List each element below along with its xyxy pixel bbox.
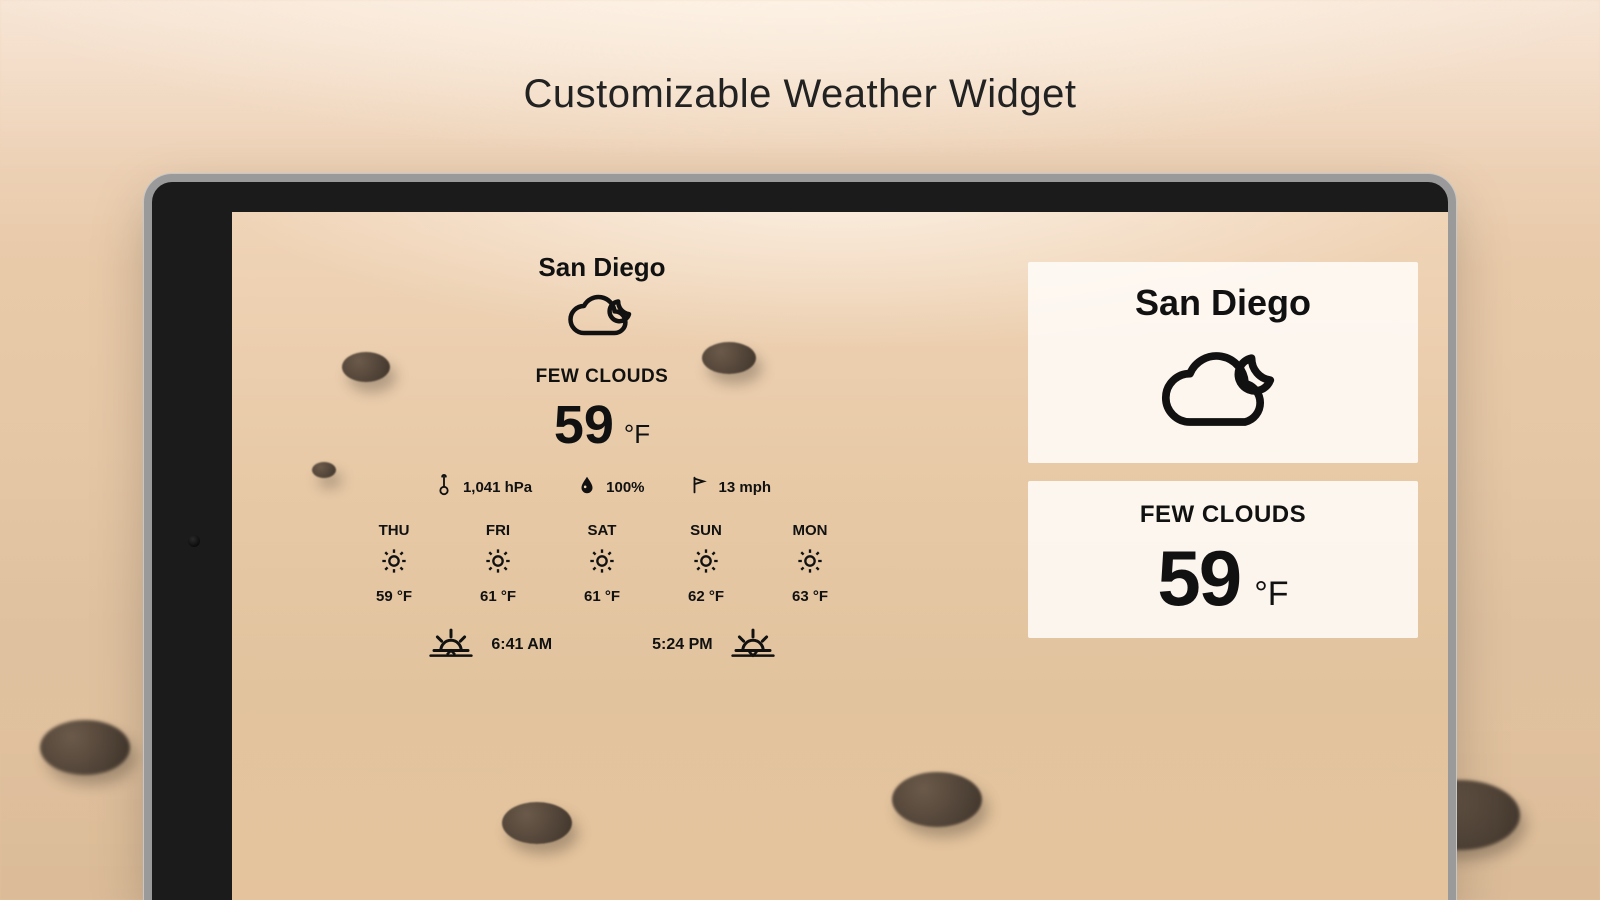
weather-widget-card[interactable]: San Diego FEW CLOUDS 59 °F [1028,262,1418,638]
cloud-moon-icon [1044,334,1402,449]
forecast-day: MON 63 °F [773,522,847,605]
sunset: 5:24 PM [652,625,778,664]
temperature-unit: °F [1254,575,1288,614]
sun-icon [692,547,720,580]
humidity-icon [576,474,598,500]
sunrise-icon [425,625,477,664]
tablet-screen: San Diego FEW CLOUDS 59 °F [232,212,1448,900]
page-title: Customizable Weather Widget [0,72,1600,117]
wind-icon [689,474,711,500]
forecast-row: THU 59 °F FRI 61 °F SAT 61 °F SUN [322,522,882,605]
sun-icon [380,547,408,580]
condition-label: FEW CLOUDS [1044,501,1402,529]
tablet-camera [188,535,200,547]
pressure-metric: 1,041 hPa [433,474,532,500]
forecast-day-label: MON [793,522,828,539]
humidity-metric: 100% [576,474,644,500]
sunset-time: 5:24 PM [652,636,712,654]
sunrise: 6:41 AM [425,625,552,664]
pressure-value: 1,041 hPa [463,479,532,496]
forecast-day-label: FRI [486,522,510,539]
temperature-unit: °F [624,419,650,450]
temperature-value: 59 [1157,533,1240,624]
forecast-day: FRI 61 °F [461,522,535,605]
forecast-day: SUN 62 °F [669,522,743,605]
wind-value: 13 mph [719,479,772,496]
card-location: San Diego [1028,262,1418,463]
sunrise-time: 6:41 AM [491,636,552,654]
cloud-moon-icon [322,283,882,352]
thermometer-icon [433,474,455,500]
condition-label: FEW CLOUDS [322,366,882,388]
temperature-value: 59 [554,394,614,456]
forecast-day: THU 59 °F [357,522,431,605]
weather-widget-transparent[interactable]: San Diego FEW CLOUDS 59 °F [322,252,882,664]
forecast-day-temp: 61 °F [584,588,620,605]
forecast-day-temp: 62 °F [688,588,724,605]
humidity-value: 100% [606,479,644,496]
current-temperature: 59 °F [322,394,882,456]
city-name: San Diego [322,252,882,283]
wind-metric: 13 mph [689,474,772,500]
forecast-day-label: THU [379,522,410,539]
city-name: San Diego [1044,282,1402,324]
sun-icon [796,547,824,580]
sun-icon [484,547,512,580]
forecast-day-temp: 63 °F [792,588,828,605]
card-conditions: FEW CLOUDS 59 °F [1028,481,1418,638]
forecast-day-temp: 61 °F [480,588,516,605]
forecast-day: SAT 61 °F [565,522,639,605]
current-temperature: 59 °F [1044,533,1402,624]
sun-icon [588,547,616,580]
sunset-icon [727,625,779,664]
forecast-day-temp: 59 °F [376,588,412,605]
forecast-day-label: SAT [588,522,617,539]
forecast-day-label: SUN [690,522,722,539]
tablet-frame: San Diego FEW CLOUDS 59 °F [152,182,1448,900]
